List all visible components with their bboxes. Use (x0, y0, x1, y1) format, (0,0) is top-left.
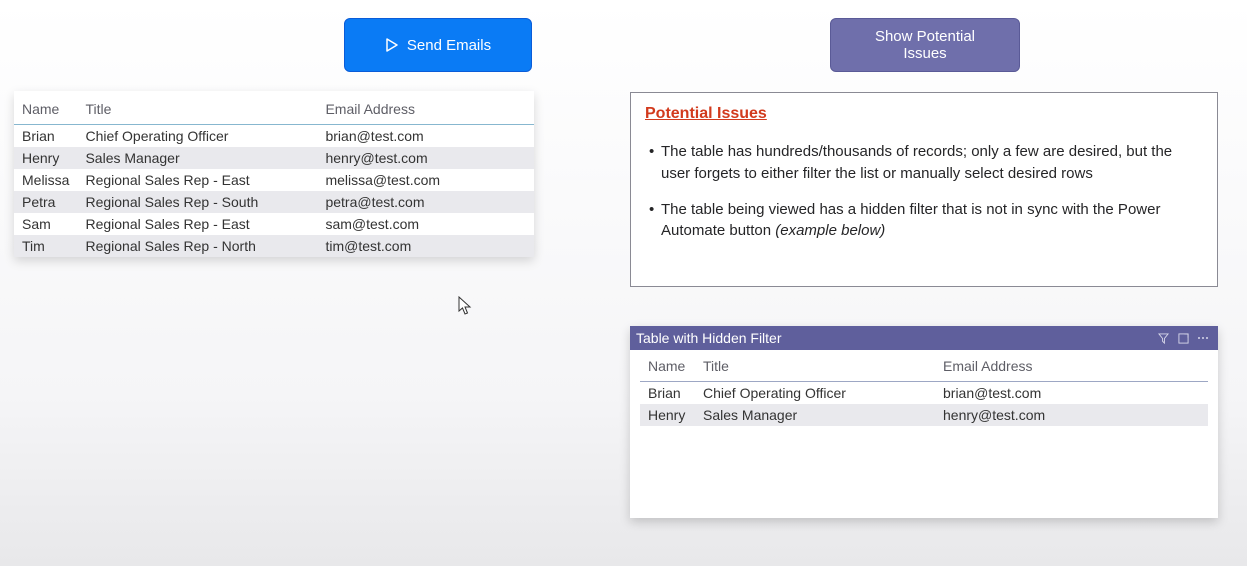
cell-title: Regional Sales Rep - East (77, 169, 317, 191)
show-issues-label: Show Potential Issues (857, 28, 993, 62)
cell-email: petra@test.com (317, 191, 534, 213)
filtered-table-panel: Table with Hidden Filter Name Title Emai… (630, 326, 1218, 518)
show-potential-issues-button[interactable]: Show Potential Issues (830, 18, 1020, 72)
cell-name: Brian (640, 382, 695, 405)
cell-email: brian@test.com (935, 382, 1208, 405)
cell-title: Chief Operating Officer (695, 382, 935, 405)
potential-issues-panel: Potential Issues The table has hundreds/… (630, 92, 1218, 287)
cell-title: Regional Sales Rep - East (77, 213, 317, 235)
table-row[interactable]: SamRegional Sales Rep - Eastsam@test.com (14, 213, 534, 235)
cell-email: brian@test.com (317, 125, 534, 148)
cell-name: Melissa (14, 169, 77, 191)
col-header-title[interactable]: Title (695, 350, 935, 382)
cell-email: henry@test.com (317, 147, 534, 169)
table-header-row: Name Title Email Address (640, 350, 1208, 382)
cell-name: Tim (14, 235, 77, 257)
cell-name: Henry (640, 404, 695, 426)
issue-text: The table has hundreds/thousands of reco… (661, 143, 1172, 182)
send-emails-label: Send Emails (407, 37, 491, 54)
col-header-email[interactable]: Email Address (935, 350, 1208, 382)
cell-name: Petra (14, 191, 77, 213)
cell-title: Sales Manager (695, 404, 935, 426)
people-table-panel: Name Title Email Address BrianChief Oper… (14, 91, 534, 257)
cell-email: tim@test.com (317, 235, 534, 257)
more-options-icon[interactable] (1194, 330, 1212, 346)
people-table: Name Title Email Address BrianChief Oper… (14, 91, 534, 257)
cell-name: Brian (14, 125, 77, 148)
send-emails-button[interactable]: Send Emails (344, 18, 532, 72)
cursor-icon (458, 296, 474, 316)
filtered-table: Name Title Email Address BrianChief Oper… (640, 350, 1208, 426)
cell-email: henry@test.com (935, 404, 1208, 426)
filtered-table-titlebar: Table with Hidden Filter (630, 326, 1218, 350)
cell-title: Sales Manager (77, 147, 317, 169)
cell-name: Sam (14, 213, 77, 235)
cell-email: melissa@test.com (317, 169, 534, 191)
col-header-name[interactable]: Name (14, 91, 77, 125)
col-header-email[interactable]: Email Address (317, 91, 534, 125)
table-row[interactable]: MelissaRegional Sales Rep - Eastmelissa@… (14, 169, 534, 191)
col-header-title[interactable]: Title (77, 91, 317, 125)
potential-issues-list: The table has hundreds/thousands of reco… (645, 141, 1203, 242)
col-header-name[interactable]: Name (640, 350, 695, 382)
issue-emphasis: (example below) (775, 222, 885, 239)
table-row[interactable]: BrianChief Operating Officerbrian@test.c… (640, 382, 1208, 405)
cell-title: Chief Operating Officer (77, 125, 317, 148)
cell-email: sam@test.com (317, 213, 534, 235)
table-row[interactable]: BrianChief Operating Officerbrian@test.c… (14, 125, 534, 148)
table-row[interactable]: HenrySales Managerhenry@test.com (640, 404, 1208, 426)
focus-mode-icon[interactable] (1174, 330, 1192, 346)
issue-item: The table has hundreds/thousands of reco… (645, 141, 1203, 185)
filtered-table-title: Table with Hidden Filter (636, 330, 782, 346)
table-header-row: Name Title Email Address (14, 91, 534, 125)
table-row[interactable]: PetraRegional Sales Rep - Southpetra@tes… (14, 191, 534, 213)
filter-icon[interactable] (1154, 330, 1172, 346)
cell-title: Regional Sales Rep - North (77, 235, 317, 257)
potential-issues-title: Potential Issues (645, 105, 1203, 123)
cell-title: Regional Sales Rep - South (77, 191, 317, 213)
cell-name: Henry (14, 147, 77, 169)
table-row[interactable]: HenrySales Managerhenry@test.com (14, 147, 534, 169)
table-row[interactable]: TimRegional Sales Rep - Northtim@test.co… (14, 235, 534, 257)
issue-text: The table being viewed has a hidden filt… (661, 201, 1160, 240)
play-icon (385, 38, 399, 52)
issue-item: The table being viewed has a hidden filt… (645, 199, 1203, 243)
